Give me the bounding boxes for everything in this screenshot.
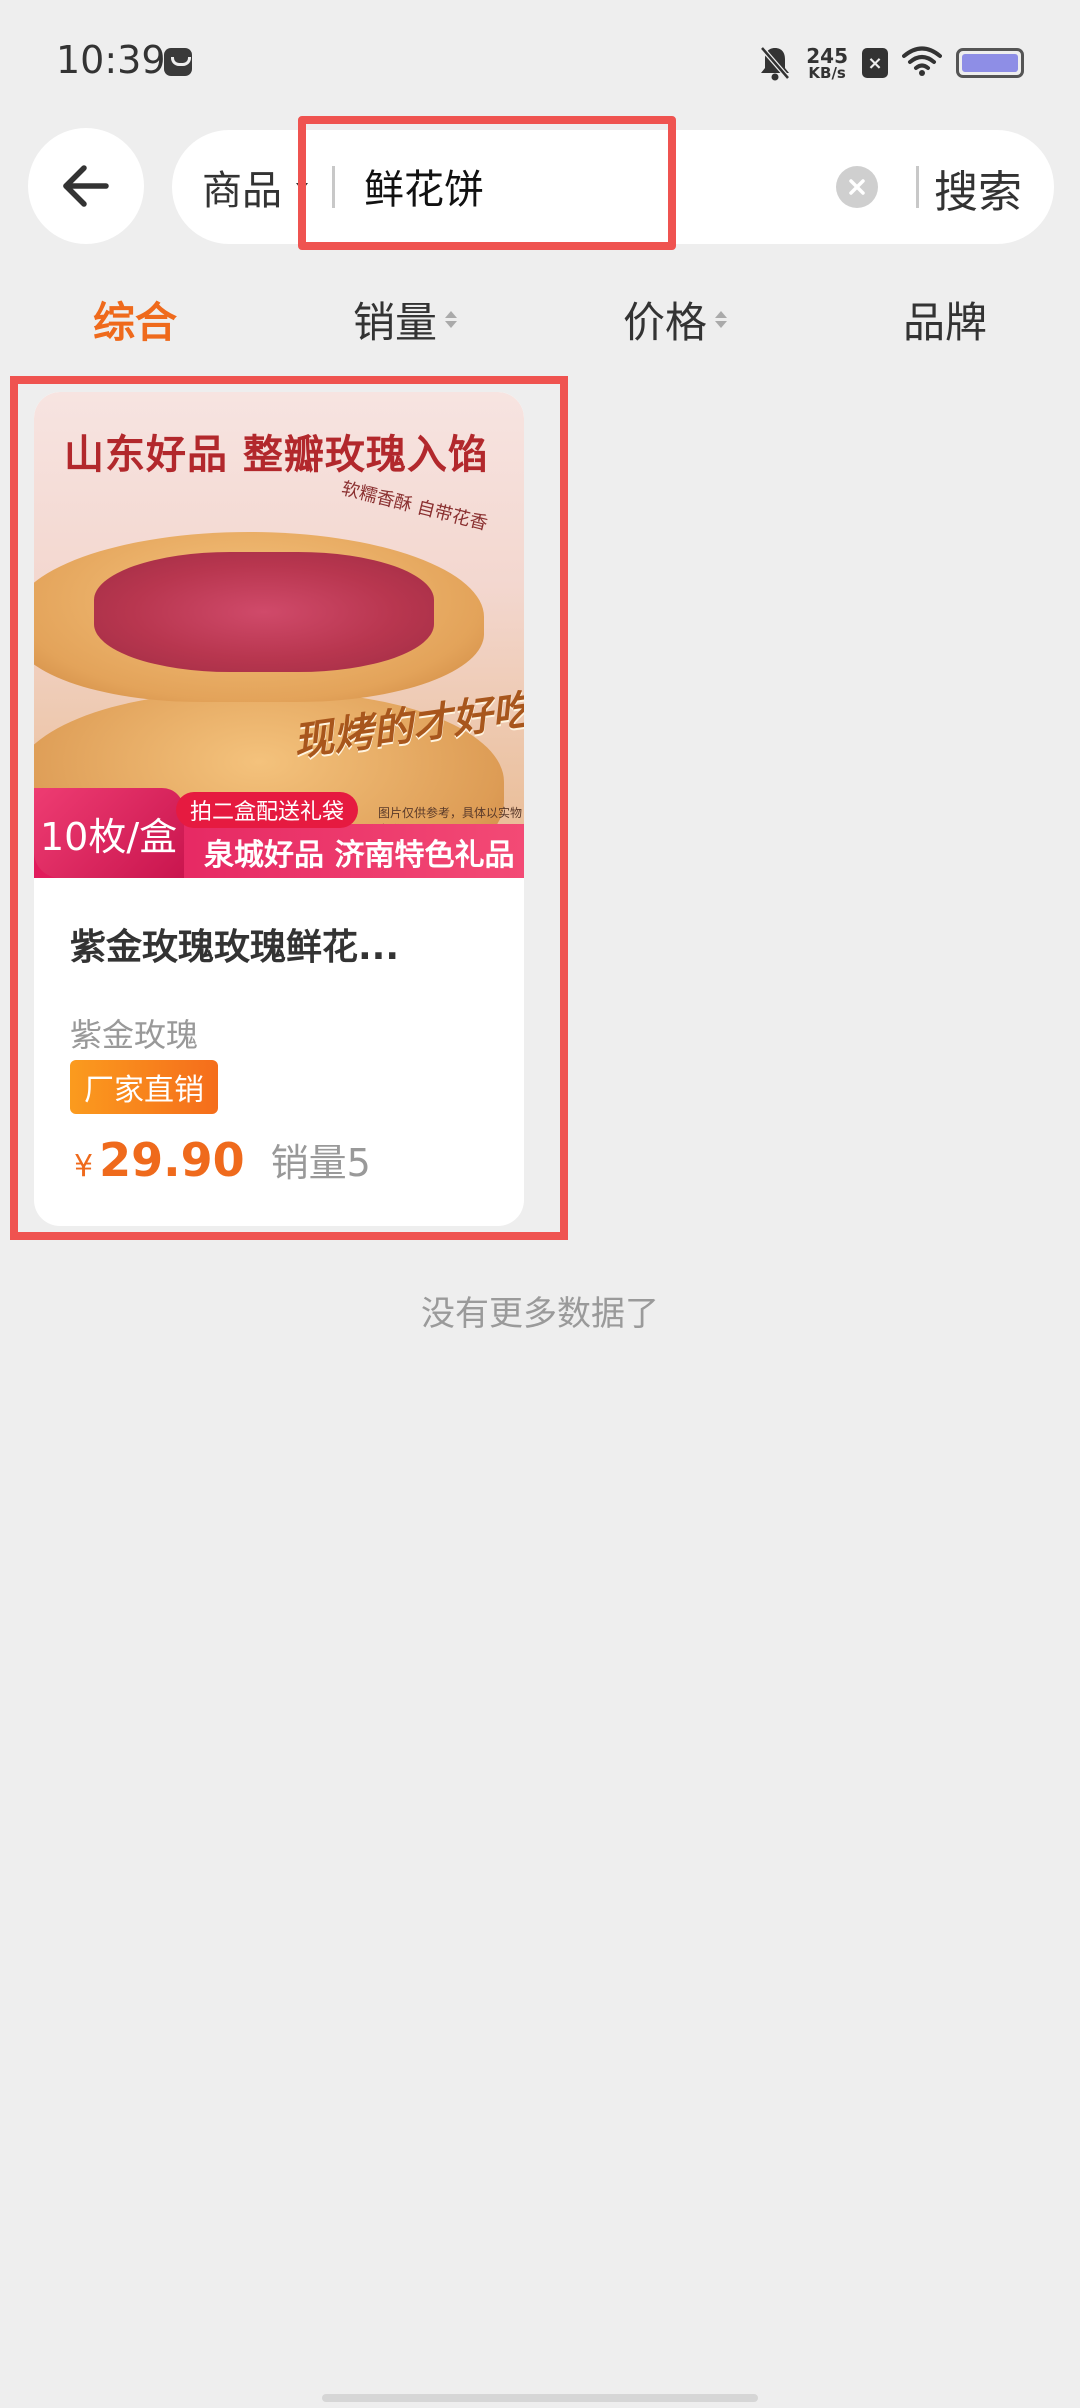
battery-icon (956, 48, 1024, 78)
search-bar: 商品 搜索 (172, 130, 1054, 244)
wifi-icon (902, 45, 942, 81)
net-speed-unit: KB/s (808, 63, 846, 82)
tab-price[interactable]: 价格 (540, 284, 810, 354)
brand-name: 紫金玫瑰 (70, 1016, 199, 1054)
back-button[interactable] (28, 128, 144, 244)
product-image[interactable]: 山东好品 整瓣玫瑰入馅 软糯香酥 自带花香 现烤的才好吃! 图片仅供参考，具体以… (34, 392, 524, 878)
image-gift-tag: 拍二盒配送礼袋 (176, 792, 359, 828)
image-title: 山东好品 整瓣玫瑰入馅 (64, 432, 489, 478)
search-button[interactable]: 搜索 (934, 156, 1022, 220)
status-bar: 10:39 245 KB/s × (0, 0, 1080, 120)
product-name[interactable]: 紫金玫瑰玫瑰鲜花... (70, 918, 490, 970)
tab-label: 价格 (622, 297, 707, 347)
tab-label: 销量 (352, 297, 437, 347)
net-speed: 245 KB/s (806, 46, 848, 81)
arrow-left-icon (63, 165, 109, 207)
image-subtitle: 软糯香酥 自带花香 (339, 478, 490, 535)
image-band-text: 泉城好品 济南特色礼品 (204, 838, 515, 873)
price-row: ¥ 29.90 销量5 (74, 1132, 371, 1187)
close-circle-icon[interactable] (836, 166, 878, 208)
caret-down-icon (296, 183, 308, 191)
image-count-tag: 10枚/盒 (34, 788, 184, 878)
sort-tabs: 综合 销量 价格 品牌 (0, 284, 1080, 354)
sort-arrows-icon (445, 310, 457, 328)
direct-sale-badge: 厂家直销 (70, 1060, 218, 1114)
search-results-page: 10:39 245 KB/s × 商品 鲜花饼 搜索 综合 销量 价格 品牌 山… (0, 0, 1080, 2408)
scope-dropdown[interactable]: 商品 (202, 158, 308, 216)
scope-divider (332, 166, 335, 208)
app-notification-icon (164, 48, 192, 76)
tab-sales[interactable]: 销量 (270, 284, 540, 354)
net-speed-value: 245 (806, 43, 848, 68)
battery-level (962, 54, 1018, 72)
bell-muted-icon (758, 44, 792, 82)
tab-brand[interactable]: 品牌 (810, 284, 1080, 354)
sim-x-icon: × (862, 48, 888, 78)
product-card[interactable]: 山东好品 整瓣玫瑰入馅 软糯香酥 自带花香 现烤的才好吃! 图片仅供参考，具体以… (34, 392, 524, 1226)
tab-label: 综合 (92, 297, 177, 347)
sales-count: 销量5 (270, 1141, 371, 1185)
scope-label: 商品 (202, 168, 282, 214)
price-value: 29.90 (99, 1133, 245, 1187)
tab-label: 品牌 (902, 297, 987, 347)
no-more-data-text: 没有更多数据了 (421, 1294, 659, 1334)
rose-filling-shape (94, 552, 434, 672)
home-indicator[interactable] (322, 2394, 758, 2402)
search-divider (916, 166, 919, 208)
status-icons: 245 KB/s × (758, 38, 1024, 88)
tab-comprehensive[interactable]: 综合 (0, 284, 270, 354)
sort-arrows-icon (715, 310, 727, 328)
search-input[interactable] (364, 156, 644, 216)
status-time: 10:39 (56, 38, 166, 82)
price-currency: ¥ (74, 1149, 94, 1184)
